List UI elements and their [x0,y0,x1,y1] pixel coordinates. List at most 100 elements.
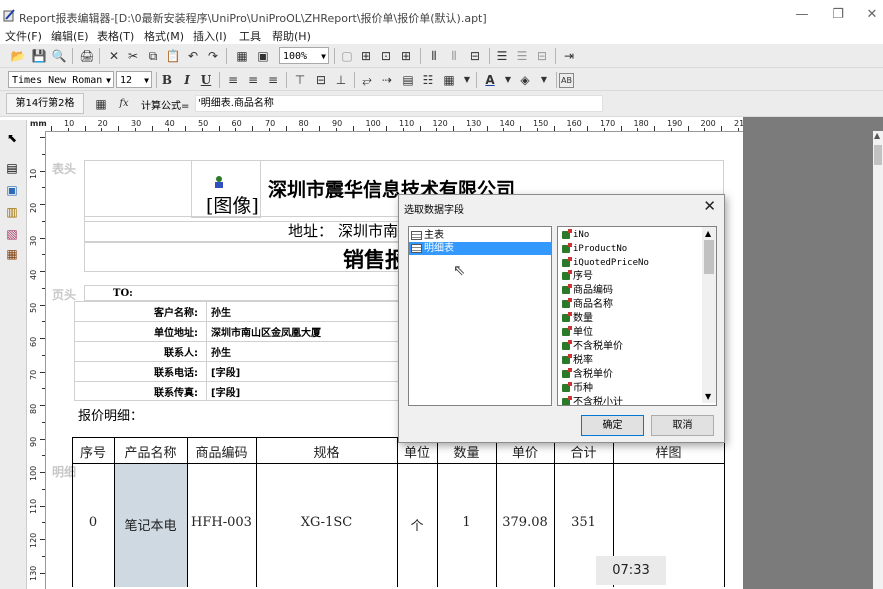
list-item[interactable]: 单位 [562,326,593,340]
scroll-thumb[interactable] [704,240,714,274]
font-size-select[interactable]: 12 ▼ [116,71,152,88]
field-list-scrollbar[interactable]: ▲ ▼ [702,227,716,403]
vertical-scrollbar[interactable]: ▲ [873,131,883,589]
scroll-up-icon[interactable]: ▲ [705,229,711,238]
align-right-icon[interactable]: ≡ [264,71,282,89]
delete-row-icon[interactable]: ☰ [513,47,531,65]
table-icon[interactable]: ▦ [92,95,110,113]
list-item[interactable]: 数量 [562,312,593,326]
list-item[interactable]: iProductNo [562,242,627,256]
table-cell[interactable]: 379.08 [496,515,554,530]
scroll-down-icon[interactable]: ▼ [705,392,711,401]
list-item-selected[interactable]: 明细表 [409,242,551,255]
chevron-down-icon[interactable]: ▼ [535,71,553,89]
list-item[interactable]: 税率 [562,354,593,368]
list-item[interactable]: 序号 [562,270,593,284]
grid-icon[interactable]: ▦ [233,47,251,65]
border-outer-icon[interactable]: ⊡ [377,47,395,65]
subreport-tool-icon[interactable]: ▦ [4,246,20,262]
field-value[interactable]: 深圳市南山区金凤凰大厦 [211,324,321,339]
table-icon[interactable]: ▦ [440,71,458,89]
underline-button[interactable]: U [197,71,215,89]
chart-tool-icon[interactable]: ▧ [4,226,20,242]
merge-row-icon[interactable]: ⊟ [533,47,551,65]
list-item[interactable]: 不含税单价 [562,340,623,354]
zoom-select[interactable]: 100% ▼ [279,47,329,64]
border-inner-icon[interactable]: ⊞ [397,47,415,65]
exit-icon[interactable]: ⇥ [560,47,578,65]
table-list[interactable]: 主表 明细表 ⇖ [408,226,552,406]
fill-color-icon[interactable]: ◈ [516,71,534,89]
list-item[interactable]: 不含税小计 [562,396,623,405]
properties-icon[interactable]: ▣ [254,47,272,65]
print-icon[interactable]: 🖨 [78,47,96,65]
table-cell[interactable]: 个 [397,515,437,534]
delete-column-icon[interactable]: ⫴ [445,47,463,65]
chevron-down-icon[interactable]: ▼ [499,71,517,89]
insert-row-icon[interactable]: ☰ [493,47,511,65]
menu-tools[interactable]: 工具 [239,28,261,44]
field-value[interactable]: 孙生 [211,304,231,319]
field-icon[interactable]: ▤ [399,71,417,89]
menu-file[interactable]: 文件(F) [5,28,42,44]
cancel-button[interactable]: 取消 [651,415,714,436]
text-tool-icon[interactable]: ▤ [4,160,20,176]
insert-column-icon[interactable]: ⫴ [425,47,443,65]
delete-icon[interactable]: ✕ [105,47,123,65]
save-icon[interactable]: 💾 [30,47,48,65]
field-value[interactable]: 孙生 [211,344,231,359]
menu-edit[interactable]: 编辑(E) [51,28,89,44]
redo-icon[interactable]: ↷ [204,47,222,65]
align-center-icon[interactable]: ≡ [244,71,262,89]
valign-top-icon[interactable]: ⊤ [291,71,309,89]
menu-insert[interactable]: 插入(I) [193,28,227,44]
ok-button[interactable]: 确定 [581,415,644,436]
valign-bottom-icon[interactable]: ⊥ [332,71,350,89]
align-left-icon[interactable]: ≡ [224,71,242,89]
merge-column-icon[interactable]: ⊟ [466,47,484,65]
minimize-button[interactable]: — [782,4,822,26]
indent-icon[interactable]: ⇢ [378,71,396,89]
list-item[interactable]: 币种 [562,382,593,396]
undo-icon[interactable]: ↶ [184,47,202,65]
open-icon[interactable]: 📂 [9,47,27,65]
barcode-tool-icon[interactable]: ▥ [4,204,20,220]
text-color-button[interactable]: A [481,71,499,89]
field-value[interactable]: [字段] [211,364,240,379]
menu-table[interactable]: 表格(T) [97,28,134,44]
copy-icon[interactable]: ⧉ [144,47,162,65]
list-item[interactable]: 商品名称 [562,298,613,312]
scroll-up-icon[interactable]: ▲ [874,131,880,140]
image-cell[interactable]: [图像] [191,160,261,218]
chevron-down-icon[interactable]: ▼ [458,71,476,89]
dialog-close-button[interactable]: ✕ [703,197,716,215]
table-cell[interactable]: HFH-003 [187,515,256,530]
table-cell[interactable]: 1 [437,515,496,530]
wrap-icon[interactable]: ⥂ [358,71,376,89]
border-all-icon[interactable]: ⊞ [357,47,375,65]
field-list[interactable]: iNo iProductNo iQuotedPriceNo 序号 商品编码 商品名称 数量单… [557,226,717,406]
bold-button[interactable]: B [158,71,176,89]
list-icon[interactable]: ☷ [419,71,437,89]
list-item[interactable]: iQuotedPriceNo [562,256,649,270]
table-cell[interactable]: 笔记本电 [114,515,187,534]
table-cell[interactable]: XG-1SC [256,515,397,530]
menu-help[interactable]: 帮助(H) [272,28,311,44]
valign-middle-icon[interactable]: ⊟ [312,71,330,89]
image-tool-icon[interactable]: ▣ [4,182,20,198]
scroll-thumb[interactable] [874,145,882,165]
ab-button[interactable]: AB [559,73,574,88]
border-none-icon[interactable]: ▢ [338,47,356,65]
preview-icon[interactable]: 🔍 [50,47,68,65]
pointer-icon[interactable]: ⬉ [4,130,20,146]
menu-format[interactable]: 格式(M) [144,28,184,44]
list-item[interactable]: 主表 [411,229,444,242]
italic-button[interactable]: I [178,71,196,89]
list-item[interactable]: 含税单价 [562,368,613,382]
font-select[interactable]: Times New Roman ▼ [8,71,114,88]
close-button[interactable]: ✕ [852,4,883,26]
list-item[interactable]: 商品编码 [562,284,613,298]
table-cell[interactable]: 351 [554,515,613,530]
field-value[interactable]: [字段] [211,384,240,399]
cut-icon[interactable]: ✂ [124,47,142,65]
